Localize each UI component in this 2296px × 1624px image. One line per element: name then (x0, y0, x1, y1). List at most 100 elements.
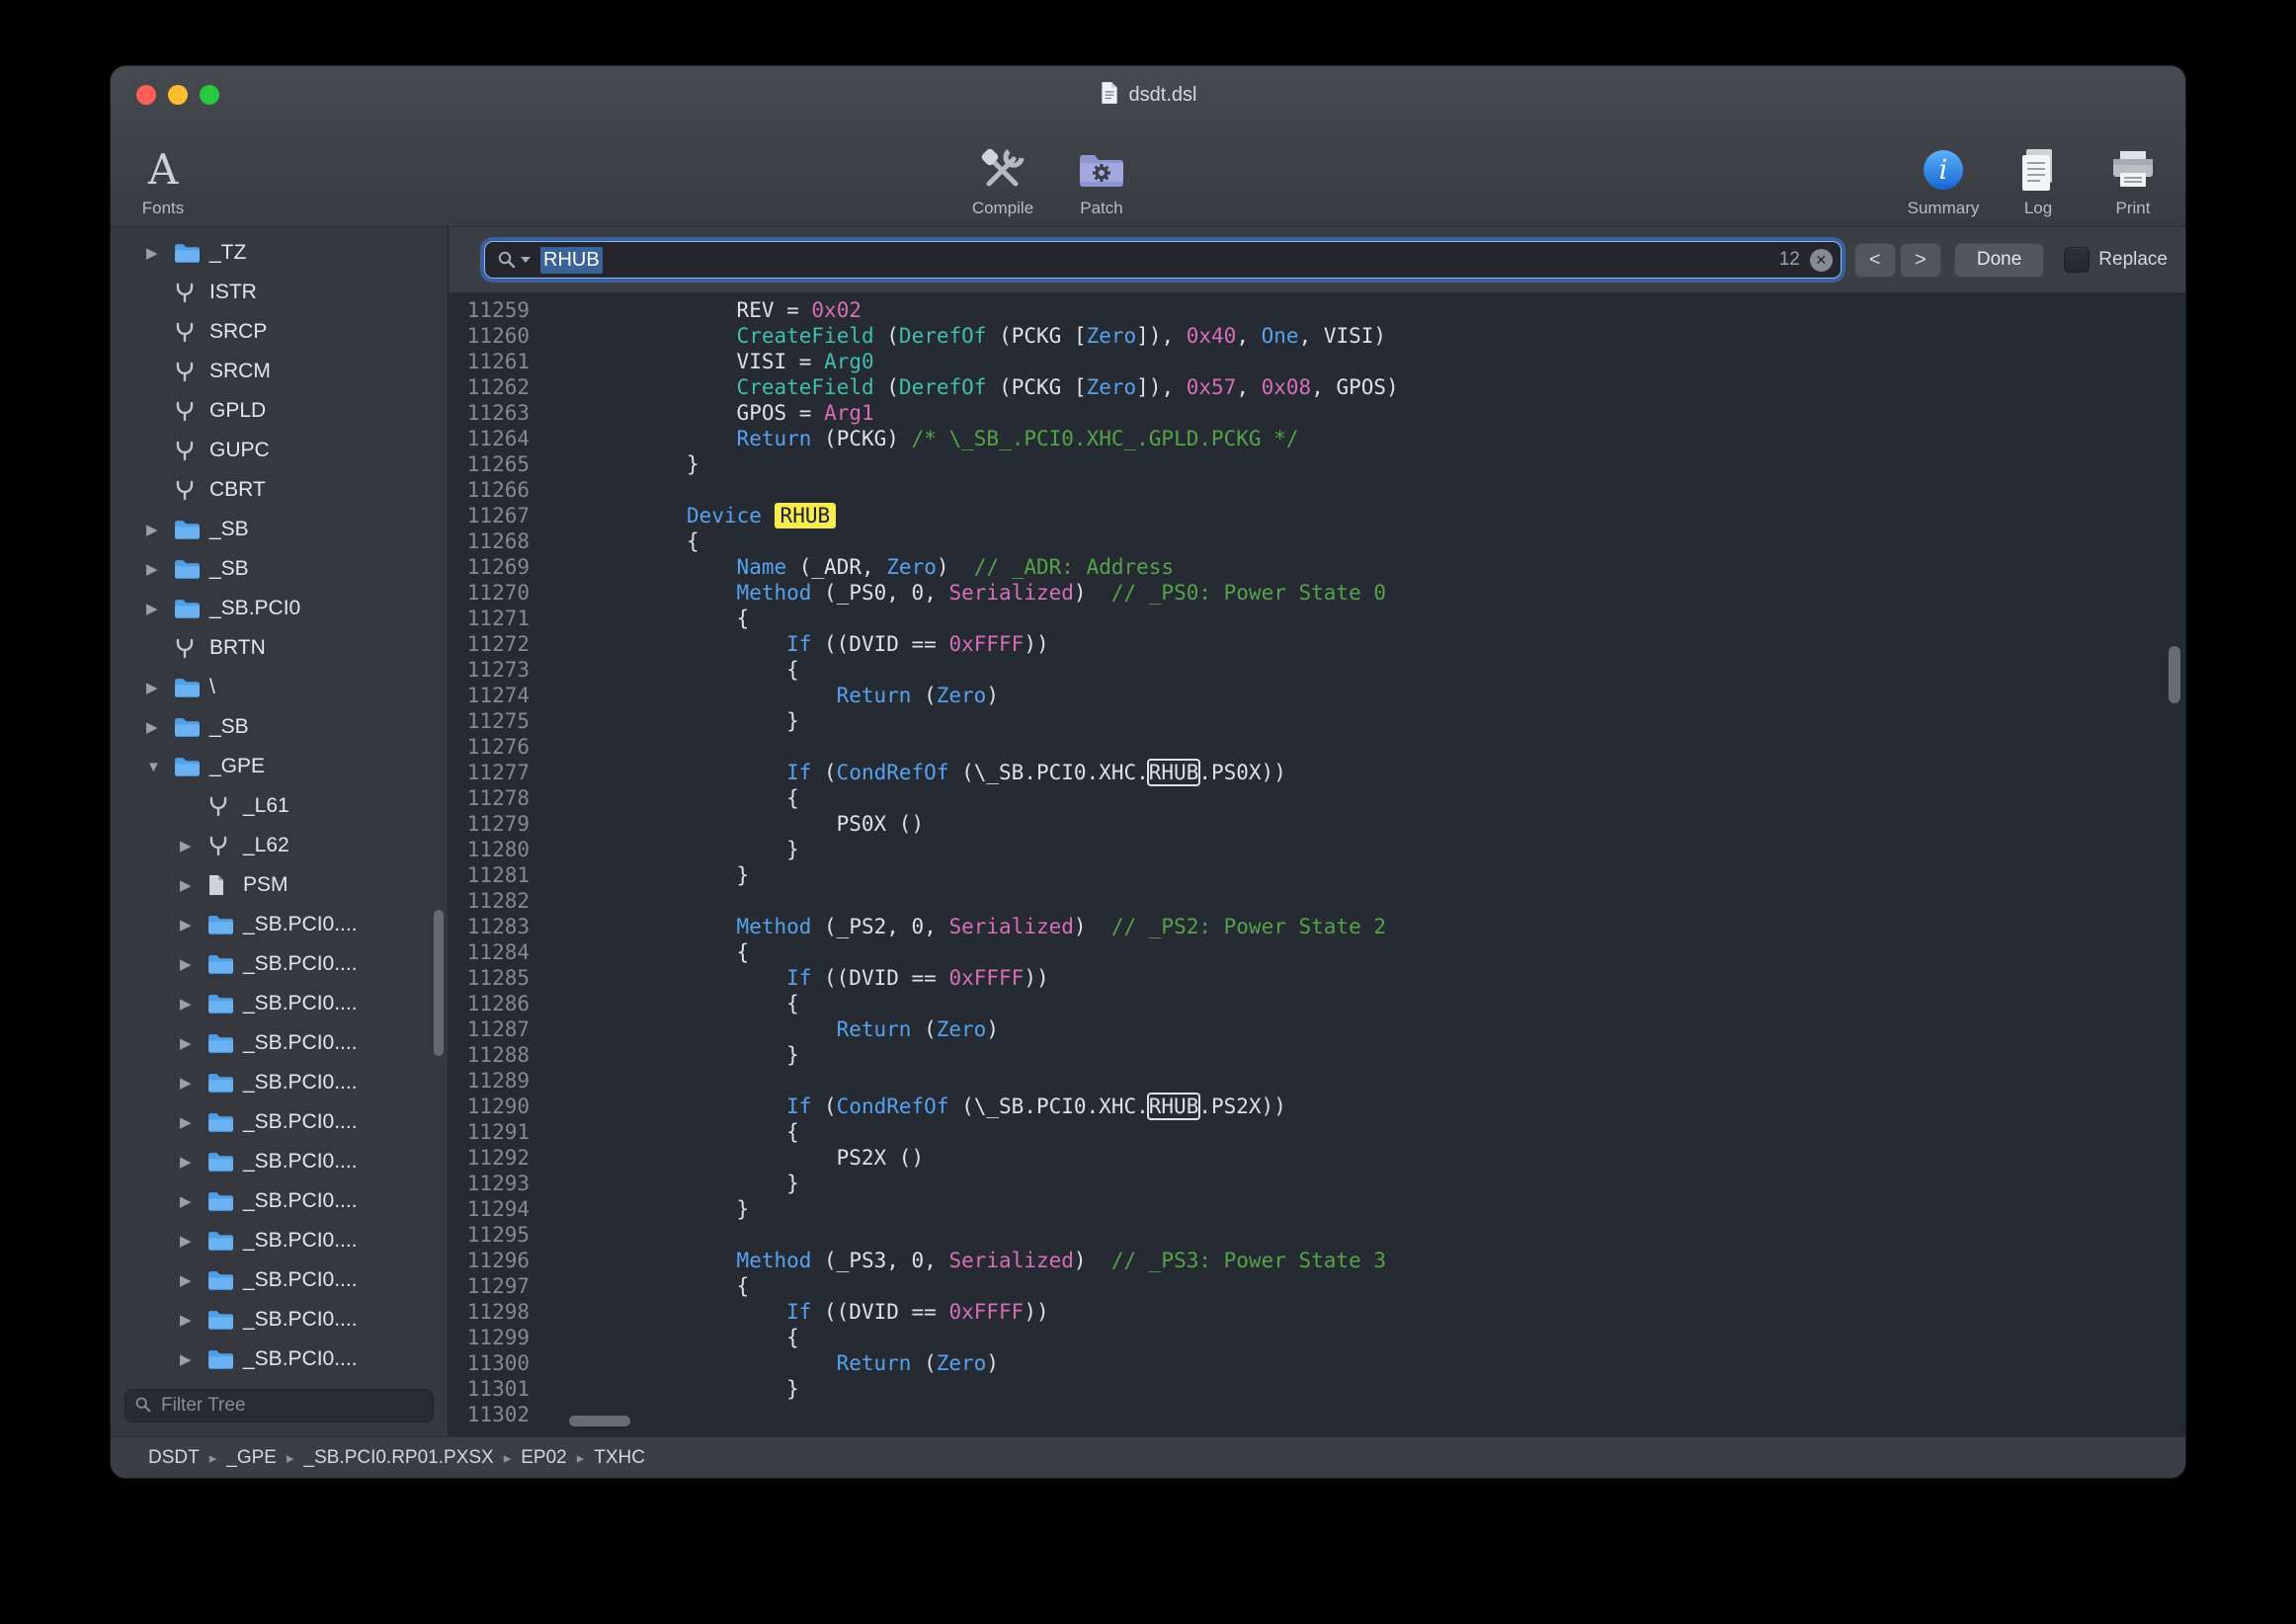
sidebar-item-sb-pci0[interactable]: ▶ _SB.PCI0.... (111, 1221, 448, 1260)
method-icon (174, 400, 209, 422)
sidebar-item-sb-pci0[interactable]: ▶_SB.PCI0 (111, 589, 448, 628)
sidebar-item-sb[interactable]: ▶_SB (111, 510, 448, 549)
sidebar-item-gupc[interactable]: GUPC (111, 431, 448, 470)
breadcrumb-separator-icon: ▸ (504, 1449, 512, 1467)
editor-vertical-scrollbar-thumb[interactable] (2169, 646, 2180, 703)
fonts-button[interactable]: A Fonts (121, 123, 205, 226)
folder-icon (174, 757, 209, 777)
find-next-button[interactable]: > (1900, 243, 1941, 278)
sidebar-item-sb-pci0[interactable]: ▶_SB.PCI0.... (111, 944, 448, 984)
editor-horizontal-scrollbar-thumb[interactable] (569, 1416, 630, 1426)
sidebar-item-gpld[interactable]: GPLD (111, 391, 448, 431)
sidebar-item-sb-pci0[interactable]: ▶_SB.PCI0.... (111, 1300, 448, 1340)
sidebar-item-sb-pci0[interactable]: ▶_SB.PCI0.... (111, 1063, 448, 1102)
summary-button[interactable]: i Summary (1901, 123, 1986, 226)
disclosure-triangle-icon[interactable]: ▶ (180, 1113, 207, 1131)
search-field[interactable]: RHUB 12 (484, 241, 1842, 279)
disclosure-triangle-icon[interactable]: ▶ (180, 1074, 207, 1092)
close-window-button[interactable] (136, 85, 156, 105)
sidebar-item-sb-pci0[interactable]: ▶_SB.PCI0.... (111, 1181, 448, 1221)
disclosure-triangle-icon[interactable]: ▶ (146, 521, 174, 538)
code-line: 11292PS2X () (449, 1145, 2185, 1171)
disclosure-triangle-icon[interactable]: ▶ (180, 955, 207, 973)
code-editor[interactable]: 11259REV = 0x0211260CreateField (DerefOf… (449, 292, 2185, 1436)
disclosure-triangle-icon[interactable]: ▶ (180, 1350, 207, 1368)
disclosure-triangle-icon[interactable]: ▶ (180, 1034, 207, 1052)
code-line: 11274Return (Zero) (449, 683, 2185, 708)
replace-toggle[interactable]: Replace (2064, 247, 2168, 273)
disclosure-triangle-icon[interactable]: ▶ (180, 995, 207, 1013)
disclosure-triangle-icon[interactable]: ▶ (180, 1192, 207, 1210)
line-number: 11264 (449, 426, 547, 451)
done-button[interactable]: Done (1954, 243, 2044, 278)
breadcrumb-item[interactable]: _GPE (226, 1447, 277, 1469)
sidebar-item-sb-pci0[interactable]: ▶_SB.PCI0.... (111, 1340, 448, 1379)
disclosure-triangle-icon[interactable]: ▶ (180, 1232, 207, 1250)
disclosure-triangle-icon[interactable]: ▼ (146, 759, 174, 775)
log-button[interactable]: Log (1996, 123, 2081, 226)
compile-button[interactable]: Compile (960, 123, 1045, 226)
disclosure-triangle-icon[interactable]: ▶ (146, 560, 174, 578)
search-menu-icon[interactable] (497, 250, 531, 270)
clear-search-icon[interactable] (1810, 249, 1833, 272)
sidebar-item-gpe[interactable]: ▼_GPE (111, 747, 448, 786)
breadcrumb-item[interactable]: _SB.PCI0.RP01.PXSX (304, 1447, 494, 1469)
code-line: 11272If ((DVID == 0xFFFF)) (449, 631, 2185, 657)
line-number: 11277 (449, 760, 547, 785)
sidebar-item-sb-pci0[interactable]: ▶_SB.PCI0.... (111, 1023, 448, 1063)
minimize-window-button[interactable] (168, 85, 188, 105)
method-icon (174, 440, 209, 461)
disclosure-triangle-icon[interactable]: ▶ (180, 916, 207, 934)
line-number: 11289 (449, 1068, 547, 1094)
sidebar-item-psm[interactable]: ▶PSM (111, 865, 448, 905)
breadcrumb-item[interactable]: TXHC (594, 1447, 645, 1469)
sidebar-item-srcm[interactable]: SRCM (111, 352, 448, 391)
disclosure-triangle-icon[interactable]: ▶ (180, 1153, 207, 1171)
filter-tree-input[interactable] (124, 1389, 434, 1422)
sidebar-item-srcp[interactable]: SRCP (111, 312, 448, 352)
breadcrumb-item[interactable]: DSDT (148, 1447, 200, 1469)
sidebar-item-sb-pci0[interactable]: ▶_SB.PCI0.... (111, 1102, 448, 1142)
find-previous-button[interactable]: < (1854, 243, 1896, 278)
disclosure-triangle-icon[interactable]: ▶ (146, 244, 174, 262)
search-icon (134, 1396, 152, 1419)
sidebar-item-cbrt[interactable]: CBRT (111, 470, 448, 510)
sidebar-item-sb-pci0[interactable]: ▶_SB.PCI0.... (111, 905, 448, 944)
breadcrumb-item[interactable]: EP02 (521, 1447, 566, 1469)
sidebar-item-label: _SB.PCI0.... (243, 1229, 358, 1253)
sidebar-item-brtn[interactable]: BRTN (111, 628, 448, 668)
sidebar-scrollbar-thumb[interactable] (434, 910, 444, 1056)
sidebar-item-istr[interactable]: ISTR (111, 273, 448, 312)
line-number: 11296 (449, 1248, 547, 1273)
disclosure-triangle-icon[interactable]: ▶ (146, 679, 174, 696)
sidebar-item-sb[interactable]: ▶_SB (111, 549, 448, 589)
disclosure-triangle-icon[interactable]: ▶ (180, 876, 207, 894)
sidebar-item-root[interactable]: ▶\ (111, 668, 448, 707)
namespace-tree: ▶_TZISTRSRCPSRCMGPLDGUPCCBRT▶_SB▶_SB▶_SB… (111, 227, 448, 1381)
sidebar-item-l61[interactable]: _L61 (111, 786, 448, 826)
line-number: 11295 (449, 1222, 547, 1248)
code-line: 11294} (449, 1196, 2185, 1222)
sidebar-item-tz[interactable]: ▶_TZ (111, 233, 448, 273)
sidebar-item-sb-pci0[interactable]: ▶_SB.PCI0.... (111, 1260, 448, 1300)
line-number: 11284 (449, 939, 547, 965)
disclosure-triangle-icon[interactable]: ▶ (180, 1311, 207, 1329)
sidebar-item-l62[interactable]: ▶_L62 (111, 826, 448, 865)
sidebar-item-sb-pci0[interactable]: ▶_SB.PCI0.... (111, 984, 448, 1023)
code-line: 11297{ (449, 1273, 2185, 1299)
code-line: 11273{ (449, 657, 2185, 683)
folder-icon (174, 520, 209, 540)
disclosure-triangle-icon[interactable]: ▶ (146, 600, 174, 617)
print-button[interactable]: Print (2091, 123, 2175, 226)
disclosure-triangle-icon[interactable]: ▶ (180, 1271, 207, 1289)
sidebar-item-sb-pci0[interactable]: ▶_SB.PCI0.... (111, 1142, 448, 1181)
patch-button[interactable]: Patch (1059, 123, 1144, 226)
sidebar-item-sb[interactable]: ▶_SB (111, 707, 448, 747)
disclosure-triangle-icon[interactable]: ▶ (180, 837, 207, 854)
method-icon (207, 795, 243, 817)
code-line: 11270Method (_PS0, 0, Serialized) // _PS… (449, 580, 2185, 606)
replace-checkbox[interactable] (2064, 247, 2090, 273)
zoom-window-button[interactable] (200, 85, 219, 105)
desktop: dsdt.dsl A Fonts (0, 0, 2296, 1624)
disclosure-triangle-icon[interactable]: ▶ (146, 718, 174, 736)
